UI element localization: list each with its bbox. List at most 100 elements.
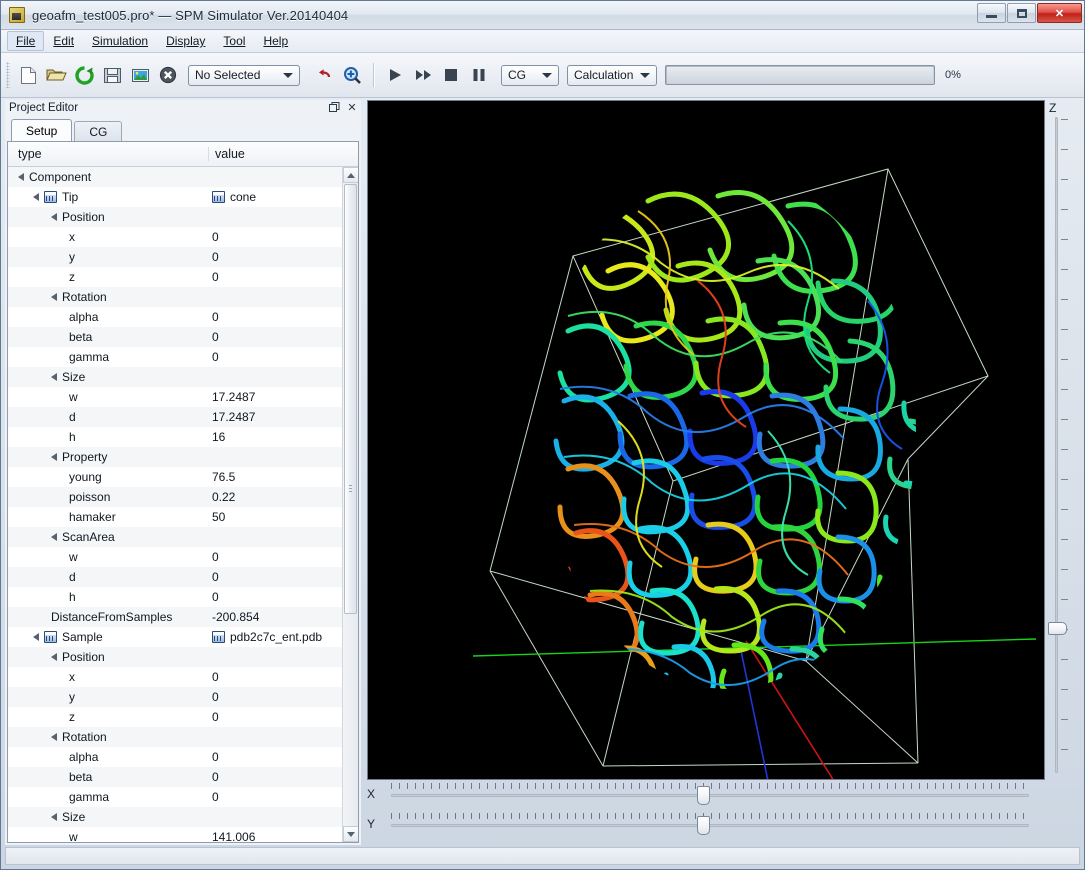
tree-row[interactable]: h0 xyxy=(8,587,358,607)
z-slider-thumb[interactable] xyxy=(1048,622,1067,636)
opengl-canvas[interactable] xyxy=(368,101,1044,779)
tree-row[interactable]: Size xyxy=(8,807,358,827)
z-slider-track[interactable] xyxy=(1055,117,1058,773)
tab-setup[interactable]: Setup xyxy=(11,119,73,141)
scroll-up-button[interactable] xyxy=(343,167,358,183)
tab-cg[interactable]: CG xyxy=(74,121,123,141)
tree-row[interactable]: DistanceFromSamples -200.854 xyxy=(8,607,358,627)
undo-icon[interactable] xyxy=(311,62,337,88)
tree-row[interactable]: beta 0 xyxy=(8,767,358,787)
tree-row[interactable]: Rotation xyxy=(8,287,358,307)
tree-row-value-cell[interactable]: 17.2487 xyxy=(208,390,358,404)
tree-row[interactable]: w0 xyxy=(8,547,358,567)
close-button[interactable]: ✕ xyxy=(1037,3,1082,23)
tree-row[interactable]: z0 xyxy=(8,267,358,287)
tree-row-value-cell[interactable]: 0 xyxy=(208,710,358,724)
expand-collapse-icon[interactable] xyxy=(51,533,57,541)
zoom-in-icon[interactable] xyxy=(339,62,365,88)
expand-collapse-icon[interactable] xyxy=(18,173,24,181)
x-slider[interactable] xyxy=(381,783,1031,805)
tree-row-value-cell[interactable]: 0.22 xyxy=(208,490,358,504)
tree-row-value-cell[interactable]: 0 xyxy=(208,330,358,344)
open-folder-icon[interactable] xyxy=(43,62,69,88)
tree-row-value-cell[interactable]: 0 xyxy=(208,750,358,764)
tree-row[interactable]: Component xyxy=(8,167,358,187)
mode-dropdown[interactable]: CG xyxy=(501,64,559,86)
tree-row[interactable]: alpha 0 xyxy=(8,747,358,767)
tree-row-value-cell[interactable]: 0 xyxy=(208,790,358,804)
selection-dropdown[interactable]: No Selected xyxy=(188,64,300,86)
tree-row-value-cell[interactable]: 0 xyxy=(208,270,358,284)
tree-row[interactable]: Sample pdb2c7c_ent.pdb xyxy=(8,627,358,647)
reload-icon[interactable] xyxy=(71,62,97,88)
menu-item-edit[interactable]: Edit xyxy=(44,31,83,51)
new-file-icon[interactable] xyxy=(15,62,41,88)
tree-row-value-cell[interactable]: 0 xyxy=(208,550,358,564)
expand-collapse-icon[interactable] xyxy=(51,653,57,661)
expand-collapse-icon[interactable] xyxy=(33,633,39,641)
tree-row-value-cell[interactable]: 0 xyxy=(208,670,358,684)
tree-row[interactable]: gamma 0 xyxy=(8,787,358,807)
tree-row-value-cell[interactable]: 17.2487 xyxy=(208,410,358,424)
tree-row[interactable]: y0 xyxy=(8,687,358,707)
maximize-button[interactable] xyxy=(1007,3,1036,23)
tree-row-value-cell[interactable]: 0 xyxy=(208,350,358,364)
menu-item-file[interactable]: File xyxy=(7,31,45,51)
tree-row[interactable]: x0 xyxy=(8,667,358,687)
x-slider-thumb[interactable] xyxy=(697,786,711,805)
restore-icon[interactable] xyxy=(328,101,340,113)
tree-row-value-cell[interactable]: 0 xyxy=(208,310,358,324)
tree-row-value-cell[interactable]: 0 xyxy=(208,690,358,704)
tree-row[interactable]: gamma 0 xyxy=(8,347,358,367)
expand-collapse-icon[interactable] xyxy=(51,453,57,461)
tree-row[interactable]: Position xyxy=(8,647,358,667)
tree-row[interactable]: Property xyxy=(8,447,358,467)
menu-item-tool[interactable]: Tool xyxy=(214,31,254,51)
tree-row[interactable]: Position xyxy=(8,207,358,227)
tree-row[interactable]: beta 0 xyxy=(8,327,358,347)
tree-row-value-cell[interactable]: 0 xyxy=(208,250,358,264)
scroll-thumb[interactable] xyxy=(344,184,357,614)
tree-row[interactable]: w 141.006 xyxy=(8,827,358,842)
expand-collapse-icon[interactable] xyxy=(33,193,39,201)
tree-row-value-cell[interactable]: 0 xyxy=(208,590,358,604)
toolbar-grip[interactable] xyxy=(6,62,10,88)
menu-item-help[interactable]: Help xyxy=(254,31,297,51)
tree-row[interactable]: d0 xyxy=(8,567,358,587)
image-icon[interactable] xyxy=(127,62,153,88)
tree-row-value-cell[interactable]: 0 xyxy=(208,570,358,584)
y-slider-thumb[interactable] xyxy=(697,816,711,835)
pause-button[interactable] xyxy=(466,62,492,88)
tree-row-value-cell[interactable]: 50 xyxy=(208,510,358,524)
tree-row[interactable]: d 17.2487 xyxy=(8,407,358,427)
fast-forward-button[interactable] xyxy=(410,62,436,88)
column-header-value[interactable]: value xyxy=(208,147,358,161)
tree-row-value-cell[interactable]: 16 xyxy=(208,430,358,444)
tree-row[interactable]: hamaker 50 xyxy=(8,507,358,527)
minimize-button[interactable] xyxy=(977,3,1006,23)
save-icon[interactable] xyxy=(99,62,125,88)
tree-row[interactable]: alpha 0 xyxy=(8,307,358,327)
tree-row[interactable]: Size xyxy=(8,367,358,387)
tree-row[interactable]: z0 xyxy=(8,707,358,727)
tree-row[interactable]: x0 xyxy=(8,227,358,247)
expand-collapse-icon[interactable] xyxy=(51,213,57,221)
scroll-down-button[interactable] xyxy=(343,826,358,842)
tree-row-value-cell[interactable]: pdb2c7c_ent.pdb xyxy=(208,630,358,644)
tree-row[interactable]: Tip cone xyxy=(8,187,358,207)
tree-row-value-cell[interactable]: 76.5 xyxy=(208,470,358,484)
panel-close-icon[interactable]: ✕ xyxy=(346,101,358,114)
tree-row-value-cell[interactable]: 141.006 xyxy=(208,830,358,842)
y-slider[interactable] xyxy=(381,813,1031,835)
expand-collapse-icon[interactable] xyxy=(51,293,57,301)
expand-collapse-icon[interactable] xyxy=(51,733,57,741)
tree-row[interactable]: poisson 0.22 xyxy=(8,487,358,507)
tree-row[interactable]: ScanArea xyxy=(8,527,358,547)
stop-button[interactable] xyxy=(438,62,464,88)
tree-row-value-cell[interactable]: -200.854 xyxy=(208,610,358,624)
menu-item-display[interactable]: Display xyxy=(157,31,214,51)
tree-row[interactable]: y0 xyxy=(8,247,358,267)
tree-row[interactable]: young 76.5 xyxy=(8,467,358,487)
expand-collapse-icon[interactable] xyxy=(51,373,57,381)
expand-collapse-icon[interactable] xyxy=(51,813,57,821)
